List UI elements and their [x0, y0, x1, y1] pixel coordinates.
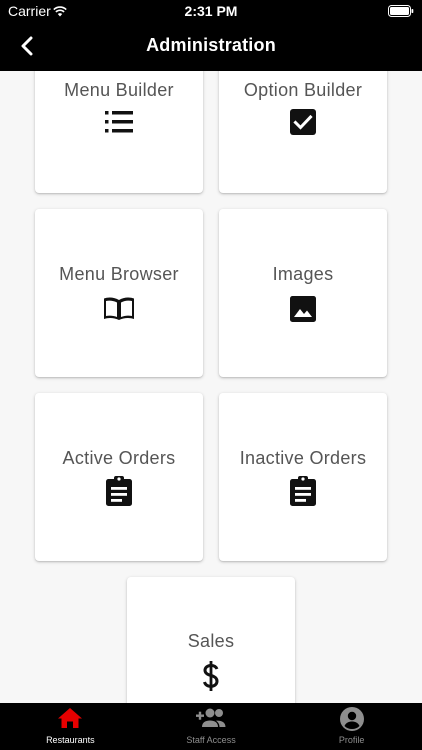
menu-builder-card[interactable]: Menu Builder: [35, 71, 203, 193]
checkbox-icon: [219, 109, 387, 135]
home-icon: [0, 707, 141, 729]
dollar-icon: [127, 661, 295, 691]
list-icon: [35, 110, 203, 134]
tab-label: Profile: [338, 735, 365, 745]
book-icon: [35, 297, 203, 321]
battery-icon: [388, 4, 414, 22]
images-card[interactable]: Images: [219, 209, 387, 377]
card-label: Images: [272, 264, 334, 284]
card-label: Menu Builder: [64, 80, 174, 100]
active-orders-card[interactable]: Active Orders: [35, 393, 203, 561]
tab-profile[interactable]: Profile: [281, 703, 422, 750]
sales-card[interactable]: Sales: [127, 577, 295, 703]
status-time: 2:31 PM: [184, 3, 238, 19]
page-title: Administration: [146, 35, 276, 55]
card-label: Inactive Orders: [239, 448, 367, 468]
app-header: Carrier 2:31 PM Administration: [0, 0, 422, 71]
people-add-icon: [141, 707, 282, 729]
tab-label: Staff Access: [186, 735, 236, 745]
tab-label: Restaurants: [46, 735, 95, 745]
inactive-orders-card[interactable]: Inactive Orders: [219, 393, 387, 561]
account-icon: [281, 707, 422, 731]
clipboard-icon: [35, 476, 203, 506]
card-label: Option Builder: [243, 80, 363, 100]
status-bar: Carrier 2:31 PM: [0, 0, 422, 22]
clipboard-icon: [219, 476, 387, 506]
card-label: Menu Browser: [59, 264, 179, 284]
card-label: Sales: [187, 631, 235, 651]
tab-restaurants[interactable]: Restaurants: [0, 703, 141, 750]
bottom-tab-bar: Restaurants Staff Access Profile: [0, 703, 422, 750]
card-label: Active Orders: [62, 448, 176, 468]
tab-staff-access[interactable]: Staff Access: [141, 703, 282, 750]
option-builder-card[interactable]: Option Builder: [219, 71, 387, 193]
image-icon: [219, 296, 387, 322]
menu-browser-card[interactable]: Menu Browser: [35, 209, 203, 377]
admin-grid: Menu Builder Option Builder Menu Browser: [0, 71, 422, 703]
